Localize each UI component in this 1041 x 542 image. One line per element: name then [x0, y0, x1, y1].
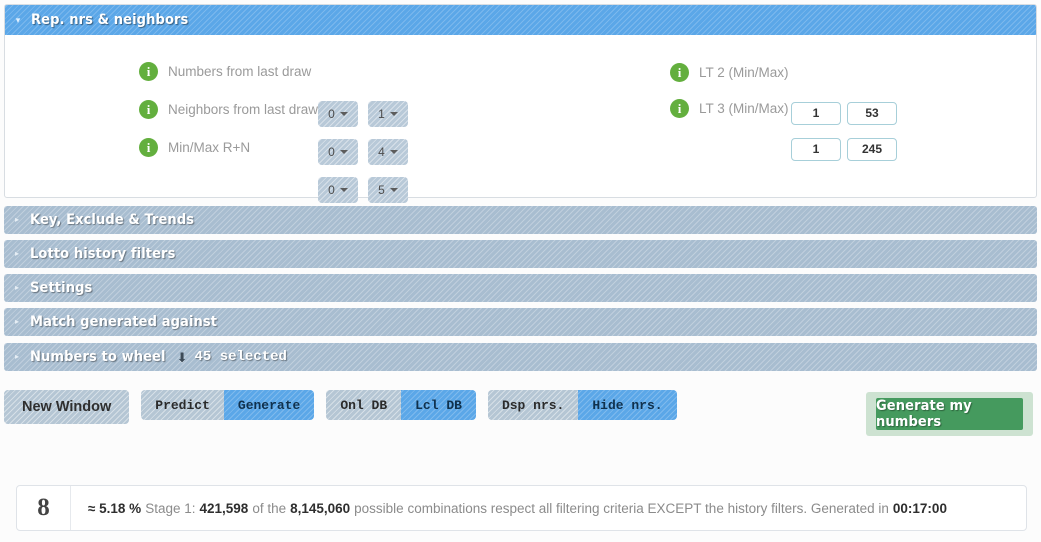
- chevron-down-icon: [339, 188, 348, 192]
- rep-nrs-neighbors-panel: ▾ Rep. nrs & neighbors i Numbers from la…: [4, 4, 1037, 203]
- chevron-down-icon: [389, 112, 398, 116]
- predict-generate-group: Predict Generate: [141, 390, 315, 420]
- info-icon[interactable]: i: [139, 138, 158, 157]
- section-title: Key, Exclude & Trends: [30, 212, 195, 228]
- section-key-exclude-trends[interactable]: ▸ Key, Exclude & Trends: [4, 206, 1037, 234]
- info-icon[interactable]: i: [670, 63, 689, 82]
- section-title: Match generated against: [30, 314, 218, 330]
- minmax-rn-max-select[interactable]: 5: [368, 177, 408, 203]
- status-bar: 8 ≈ 5.18 % Stage 1: 421,598 of the 8,145…: [16, 485, 1027, 531]
- action-toolbar: New Window Predict Generate Onl DB Lcl D…: [4, 390, 689, 424]
- option-label: LT 3 (Min/Max): [699, 101, 789, 116]
- new-window-button[interactable]: New Window: [4, 390, 130, 424]
- stats-icon: 8: [17, 486, 71, 530]
- numbers-last-draw-min-select[interactable]: 0: [318, 101, 358, 127]
- info-icon[interactable]: i: [139, 62, 158, 81]
- lt3-max-input[interactable]: 245: [847, 138, 897, 161]
- select-value: 0: [328, 183, 335, 197]
- section-numbers-to-wheel[interactable]: ▸ Numbers to wheel ⬇ 45 selected: [4, 343, 1037, 371]
- chevron-right-icon[interactable]: ▸: [4, 353, 30, 361]
- option-label: Neighbors from last draw: [168, 102, 319, 117]
- option-row-lt3: i LT 3 (Min/Max): [670, 99, 789, 118]
- panel-title: Rep. nrs & neighbors: [31, 12, 189, 28]
- neighbors-last-draw-max-select[interactable]: 4: [368, 139, 408, 165]
- chevron-down-icon: [339, 112, 348, 116]
- status-message: ≈ 5.18 % Stage 1: 421,598 of the 8,145,0…: [71, 486, 1026, 530]
- option-label: LT 2 (Min/Max): [699, 65, 789, 80]
- chevron-down-icon: [339, 150, 348, 154]
- option-label: Numbers from last draw: [168, 64, 312, 79]
- select-value: 1: [378, 107, 385, 121]
- status-total-count: 8,145,060: [290, 500, 351, 516]
- display-numbers-button[interactable]: Dsp nrs.: [487, 390, 579, 420]
- option-row-lt2: i LT 2 (Min/Max): [670, 63, 789, 82]
- neighbors-last-draw-min-select[interactable]: 0: [318, 139, 358, 165]
- section-match-generated-against[interactable]: ▸ Match generated against: [4, 308, 1037, 336]
- chevron-right-icon[interactable]: ▸: [4, 216, 30, 224]
- option-label: Min/Max R+N: [168, 140, 251, 155]
- local-db-button[interactable]: Lcl DB: [401, 390, 476, 420]
- select-value: 0: [328, 145, 335, 159]
- status-description: possible combinations respect all filter…: [354, 500, 889, 516]
- chevron-down-icon: [389, 150, 398, 154]
- lt2-max-input[interactable]: 53: [847, 102, 897, 125]
- lt2-min-input[interactable]: 1: [791, 102, 841, 125]
- select-value: 5: [378, 183, 385, 197]
- section-title: Lotto history filters: [30, 246, 176, 262]
- chevron-down-icon: [389, 188, 398, 192]
- lt3-min-input[interactable]: 1: [791, 138, 841, 161]
- section-title: Numbers to wheel: [30, 349, 166, 365]
- chevron-right-icon[interactable]: ▸: [4, 250, 30, 258]
- rep-nrs-neighbors-panel-header[interactable]: ▾ Rep. nrs & neighbors: [5, 5, 1036, 35]
- option-row-numbers-last-draw: i Numbers from last draw: [139, 62, 311, 81]
- section-lotto-history-filters[interactable]: ▸ Lotto history filters: [4, 240, 1037, 268]
- generate-my-numbers-button[interactable]: Generate my numbers: [876, 398, 1023, 430]
- hide-numbers-button[interactable]: Hide nrs.: [578, 390, 677, 420]
- status-of-the: of the: [252, 500, 287, 516]
- chevron-down-icon[interactable]: ▾: [5, 15, 31, 25]
- status-percent: ≈ 5.18 %: [88, 500, 142, 516]
- status-matched-count: 421,598: [199, 500, 249, 516]
- rep-nrs-neighbors-panel-body: i Numbers from last draw 0 1 i Neighbors…: [5, 35, 1036, 203]
- select-value: 0: [328, 107, 335, 121]
- chevron-right-icon[interactable]: ▸: [4, 284, 30, 292]
- arrow-down-icon: ⬇: [176, 349, 188, 365]
- info-icon[interactable]: i: [670, 99, 689, 118]
- section-settings[interactable]: ▸ Settings: [4, 274, 1037, 302]
- numbers-last-draw-max-select[interactable]: 1: [368, 101, 408, 127]
- option-row-minmax-rn: i Min/Max R+N: [139, 138, 250, 157]
- selected-count-badge: 45 selected: [194, 349, 287, 365]
- status-elapsed-time: 00:17:00: [892, 500, 947, 516]
- info-icon[interactable]: i: [139, 100, 158, 119]
- online-db-button[interactable]: Onl DB: [326, 390, 402, 420]
- chevron-right-icon[interactable]: ▸: [4, 318, 30, 326]
- database-source-group: Onl DB Lcl DB: [326, 390, 476, 420]
- predict-button[interactable]: Predict: [141, 390, 224, 420]
- generate-my-numbers-container: Generate my numbers: [866, 392, 1033, 436]
- select-value: 4: [378, 145, 385, 159]
- display-numbers-group: Dsp nrs. Hide nrs.: [487, 390, 677, 420]
- status-stage-label: Stage 1:: [145, 500, 196, 516]
- generate-button[interactable]: Generate: [223, 390, 315, 420]
- minmax-rn-min-select[interactable]: 0: [318, 177, 358, 203]
- option-row-neighbors-last-draw: i Neighbors from last draw: [139, 100, 318, 119]
- section-title: Settings: [30, 280, 93, 296]
